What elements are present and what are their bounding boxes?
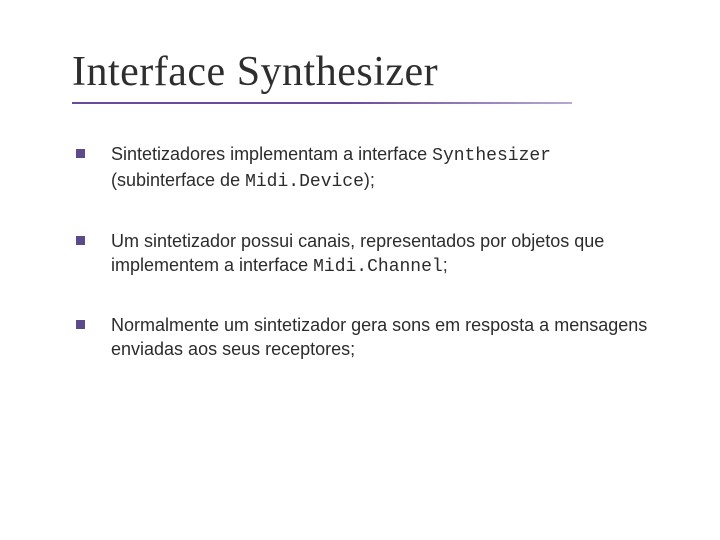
code-run: Midi.Device [245,172,364,192]
bullet-icon [76,149,85,158]
bullet-text: Sintetizadores implementam a interface S… [111,142,660,195]
code-run: Midi.Channel [313,257,443,277]
slide: Interface Synthesizer Sintetizadores imp… [0,0,720,540]
bullet-icon [76,236,85,245]
text-run: Normalmente um sintetizador gera sons em… [111,315,647,359]
text-run: ); [364,170,375,190]
bullet-list: Sintetizadores implementam a interface S… [72,142,660,364]
text-run: ; [443,255,448,275]
code-run: Synthesizer [432,146,551,166]
list-item: Um sintetizador possui canais, represent… [76,229,660,280]
slide-title: Interface Synthesizer [72,48,660,96]
text-run: Sintetizadores implementam a interface [111,144,432,164]
text-run: (subinterface de [111,170,245,190]
list-item: Sintetizadores implementam a interface S… [76,142,660,195]
list-item: Normalmente um sintetizador gera sons em… [76,313,660,364]
bullet-icon [76,320,85,329]
bullet-text: Um sintetizador possui canais, represent… [111,229,660,280]
title-underline [72,102,572,104]
bullet-text: Normalmente um sintetizador gera sons em… [111,313,660,364]
